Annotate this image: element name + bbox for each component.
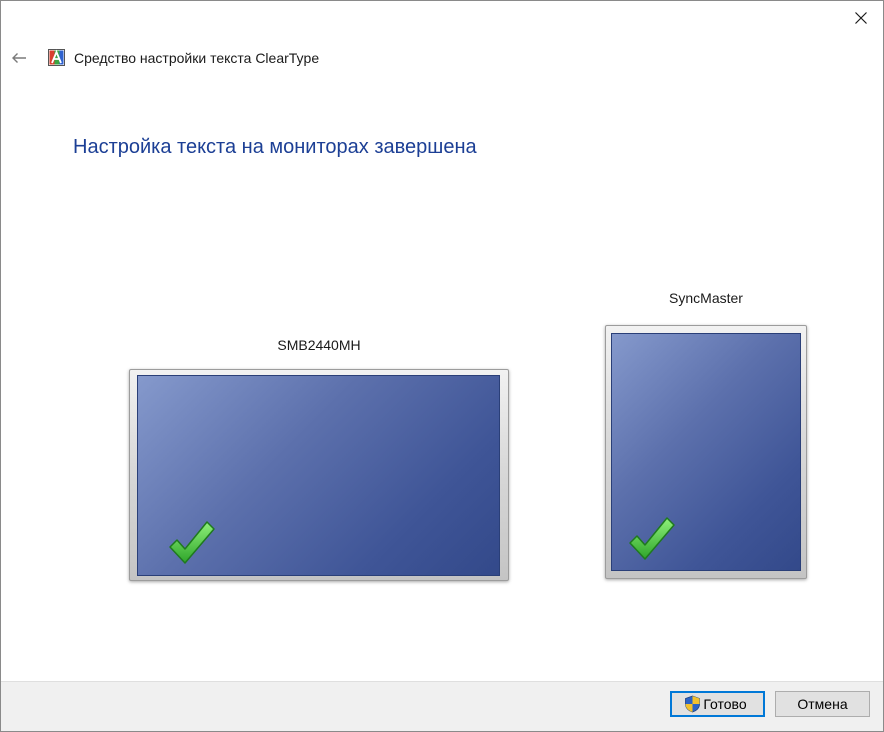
checkmark-icon [169, 521, 215, 564]
cleartype-app-icon [48, 49, 65, 66]
back-button[interactable] [6, 45, 32, 71]
monitor-label: SMB2440MH [277, 337, 361, 353]
finish-button-label: Готово [703, 696, 747, 712]
close-button[interactable] [839, 1, 883, 35]
page-heading: Настройка текста на мониторах завершена [73, 136, 477, 158]
monitor-smb2440mh[interactable] [129, 369, 509, 581]
checkmark-icon [629, 517, 675, 560]
back-arrow-icon [12, 53, 26, 63]
finish-button[interactable]: Готово [670, 691, 765, 717]
close-icon [855, 12, 867, 24]
cancel-button[interactable]: Отмена [775, 691, 870, 717]
monitor-screen [137, 375, 500, 576]
cleartype-wizard-window: Средство настройки текста ClearType Наст… [0, 0, 884, 732]
cancel-button-label: Отмена [797, 696, 848, 712]
uac-shield-icon [685, 695, 701, 713]
monitor-screen [611, 333, 801, 571]
monitor-label: SyncMaster [669, 290, 743, 306]
monitor-syncmaster[interactable] [605, 325, 807, 579]
window-title: Средство настройки текста ClearType [74, 50, 320, 66]
